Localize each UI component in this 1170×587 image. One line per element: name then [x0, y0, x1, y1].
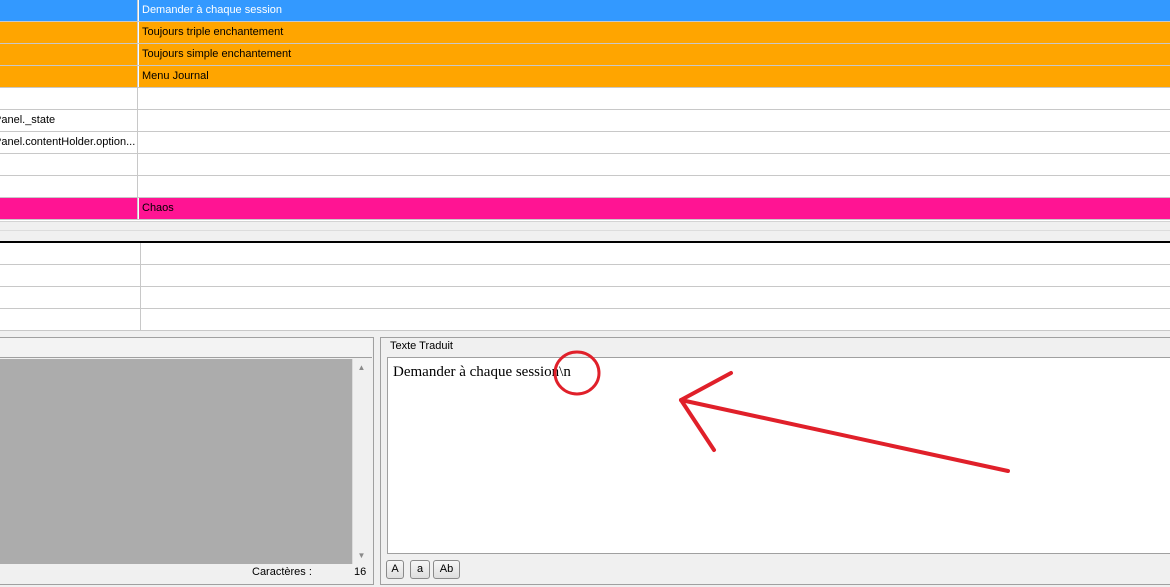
table-row[interactable]: Toujours triple enchantement: [0, 22, 1170, 44]
source-panel-header: [0, 338, 372, 358]
scroll-up-icon[interactable]: ▲: [353, 359, 370, 376]
row-key: Panel._state: [0, 114, 56, 126]
translated-text: Demander à chaque session\n: [393, 364, 571, 380]
row-value: [139, 132, 1170, 153]
table-row[interactable]: Panel._state: [0, 110, 1170, 132]
row-value: [139, 176, 1170, 197]
row-value: Toujours simple enchantement: [139, 44, 1170, 65]
row-key-cell: [0, 66, 138, 87]
source-scrollbar[interactable]: ▲ ▼: [352, 359, 370, 564]
source-text-panel: ▲ ▼ Caractères : 16: [0, 337, 374, 585]
table-row[interactable]: [0, 287, 1170, 309]
table-row[interactable]: [0, 309, 1170, 331]
source-text-area[interactable]: [0, 359, 352, 564]
row-key: Panel.contentHolder.option...: [0, 136, 136, 148]
table-row[interactable]: Demander à chaque session: [0, 0, 1170, 22]
table-row[interactable]: [0, 176, 1170, 198]
char-count-value: 16: [354, 566, 367, 578]
row-key-cell: [0, 44, 138, 65]
row-value: Demander à chaque session: [139, 0, 1170, 21]
row-key-cell: Panel._state: [0, 110, 138, 131]
row-key-cell: [0, 88, 138, 109]
scroll-down-icon[interactable]: ▼: [353, 547, 370, 564]
row-value: Chaos: [139, 198, 1170, 219]
row-key-cell: [0, 154, 138, 175]
details-grid: [0, 241, 1170, 331]
table-row[interactable]: Panel.contentHolder.option...: [0, 132, 1170, 154]
row-value: [139, 154, 1170, 175]
char-count-label: Caractères :: [252, 566, 312, 578]
translated-panel-title: Texte Traduit: [390, 340, 453, 352]
table-row[interactable]: [0, 154, 1170, 176]
panel-splitter[interactable]: [0, 221, 1170, 241]
table-row[interactable]: [0, 243, 1170, 265]
strings-grid: Demander à chaque session Toujours triple…: [0, 0, 1170, 221]
table-row[interactable]: [0, 265, 1170, 287]
row-key-cell: [0, 176, 138, 197]
uppercase-button[interactable]: A: [386, 560, 404, 579]
row-value: Menu Journal: [139, 66, 1170, 87]
translated-text-panel: Texte Traduit Demander à chaque session\…: [380, 337, 1170, 585]
row-value: [139, 110, 1170, 131]
row-value: Toujours triple enchantement: [139, 22, 1170, 43]
row-value: [139, 88, 1170, 109]
table-row[interactable]: Menu Journal: [0, 66, 1170, 88]
row-key-cell: [0, 0, 138, 21]
row-key-cell: [0, 198, 138, 219]
table-row[interactable]: Toujours simple enchantement: [0, 44, 1170, 66]
table-row[interactable]: [0, 88, 1170, 110]
translated-text-area[interactable]: Demander à chaque session\n: [387, 357, 1170, 554]
titlecase-button[interactable]: Ab: [433, 560, 460, 579]
table-row[interactable]: Chaos: [0, 198, 1170, 220]
row-key-cell: [0, 22, 138, 43]
row-key-cell: Panel.contentHolder.option...: [0, 132, 138, 153]
lowercase-button[interactable]: a: [410, 560, 430, 579]
